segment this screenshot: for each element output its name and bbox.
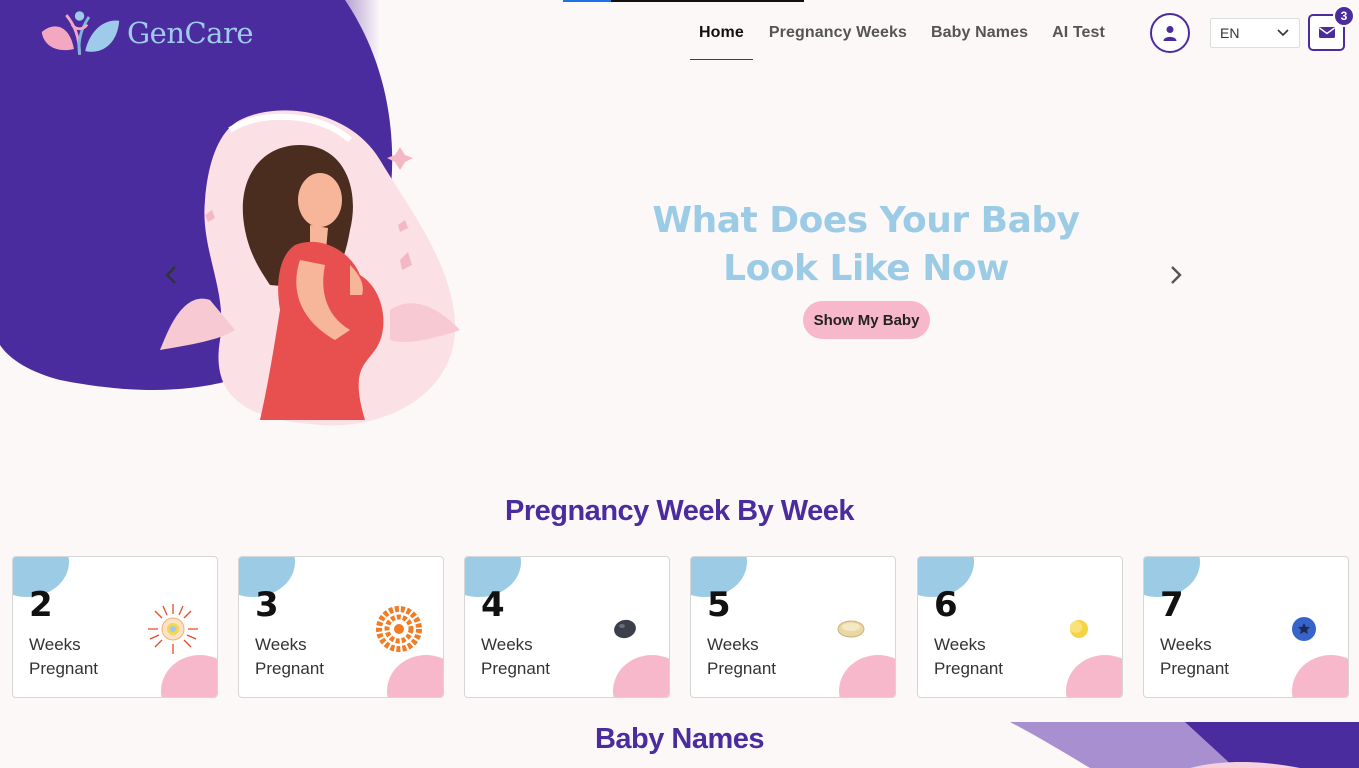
language-value: EN (1220, 25, 1240, 41)
week-number: 3 (255, 585, 279, 625)
week-card-7[interactable]: 7 Weeks Pregnant (1143, 556, 1349, 698)
week-label: Weeks (1160, 635, 1212, 654)
nav-baby-names[interactable]: Baby Names (931, 6, 1028, 60)
carousel-prev-button[interactable] (160, 260, 182, 290)
pregnant-woman-illustration (160, 110, 460, 426)
logo-mark-icon (41, 11, 120, 55)
hero-title: What Does Your Baby Look Like Now (620, 197, 1112, 293)
week-sublabel: Pregnant (255, 659, 324, 678)
week-number: 4 (481, 585, 505, 625)
week-sublabel: Pregnant (934, 659, 1003, 678)
weeks-section-title: Pregnancy Week By Week (505, 495, 855, 527)
cell-cluster-icon (376, 606, 422, 652)
week-sublabel: Pregnant (1160, 659, 1229, 678)
sesame-seed-icon (837, 620, 865, 638)
language-select[interactable]: EN (1210, 18, 1300, 48)
hero-title-line1: What Does Your Baby (652, 200, 1080, 241)
week-number: 6 (934, 585, 958, 625)
week-label: Weeks (707, 635, 759, 654)
week-sublabel: Pregnant (29, 659, 98, 678)
hero-title-line2: Look Like Now (723, 248, 1009, 289)
week-number: 7 (1160, 585, 1184, 625)
week-label: Weeks (255, 635, 307, 654)
week-card-2[interactable]: 2 Weeks Pregnant (12, 556, 218, 698)
week-sublabel: Pregnant (707, 659, 776, 678)
week-number: 5 (707, 585, 731, 625)
carousel-next-button[interactable] (1165, 260, 1187, 290)
week-card-5[interactable]: 5 Weeks Pregnant (690, 556, 896, 698)
messages-badge: 3 (1333, 5, 1355, 27)
week-label: Weeks (934, 635, 986, 654)
week-label: Weeks (481, 635, 533, 654)
nav-ai-test[interactable]: AI Test (1052, 6, 1105, 60)
blueberry-icon (1292, 617, 1316, 641)
show-my-baby-button[interactable]: Show My Baby (803, 301, 930, 339)
chevron-down-icon (1277, 29, 1289, 37)
poppy-seed-icon (614, 619, 636, 639)
ovum-icon (148, 604, 198, 654)
site-header: GenCare Home Pregnancy Weeks Baby Names … (0, 0, 1359, 66)
week-card-6[interactable]: 6 Weeks Pregnant (917, 556, 1123, 698)
chevron-left-icon (165, 266, 176, 284)
week-number: 2 (29, 585, 53, 625)
week-sublabel: Pregnant (481, 659, 550, 678)
nav-home[interactable]: Home (690, 6, 753, 60)
week-card-3[interactable]: 3 Weeks Pregnant (238, 556, 444, 698)
baby-names-section-title: Baby Names (594, 723, 765, 755)
envelope-icon (1318, 27, 1335, 38)
brand-logo[interactable]: GenCare (38, 6, 254, 60)
nav-pregnancy-weeks[interactable]: Pregnancy Weeks (769, 6, 907, 60)
user-icon (1163, 26, 1177, 41)
main-nav: Home Pregnancy Weeks Baby Names AI Test (690, 0, 1129, 66)
week-label: Weeks (29, 635, 81, 654)
brand-name: GenCare (126, 16, 254, 50)
lentil-icon (1070, 620, 1088, 638)
weeks-list: 2 Weeks Pregnant 3 Weeks Pregnant 4 Week… (12, 556, 1349, 698)
chevron-right-icon (1171, 266, 1182, 284)
week-card-4[interactable]: 4 Weeks Pregnant (464, 556, 670, 698)
user-account-button[interactable] (1150, 13, 1190, 53)
